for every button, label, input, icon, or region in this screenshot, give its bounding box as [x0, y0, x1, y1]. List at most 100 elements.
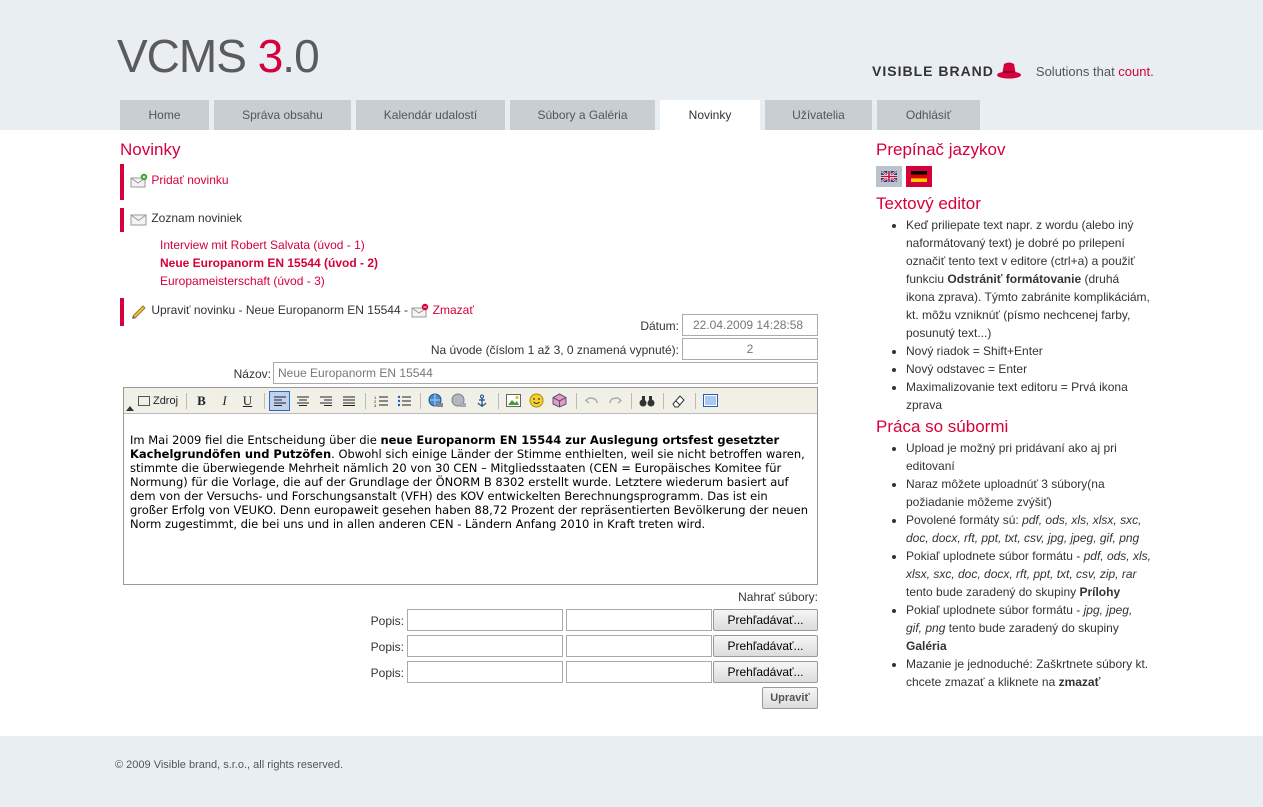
binoculars-icon: [639, 395, 654, 406]
redo-button[interactable]: [604, 391, 625, 411]
file-input-2[interactable]: [566, 635, 712, 657]
news-item[interactable]: Europameisterschaft (úvod - 3): [160, 274, 325, 288]
tab-odhlasit[interactable]: Odhlásiť: [877, 100, 980, 130]
toolbar-separator: [420, 392, 421, 409]
desc-input-2[interactable]: [407, 635, 563, 657]
date-field[interactable]: 22.04.2009 14:28:58: [682, 314, 818, 336]
tip-item: Pokiaľ uplodnete súbor formátu - jpg, jp…: [906, 601, 1151, 655]
desc-input-3[interactable]: [407, 661, 563, 683]
news-list: Interview mit Robert Salvata (úvod - 1) …: [120, 236, 820, 290]
toolbar-separator: [663, 392, 664, 409]
file-tips-list: Upload je možný pri pridávaní ako aj pri…: [876, 439, 1151, 691]
remove-format-button[interactable]: [668, 391, 689, 411]
language-switch: [876, 166, 1151, 188]
add-news-block: Pridať novinku: [120, 164, 820, 200]
smiley-icon: [529, 393, 544, 408]
anchor-icon: [476, 394, 487, 407]
find-button[interactable]: [636, 391, 657, 411]
toolbar-separator: [631, 392, 632, 409]
mail-list-icon: [130, 211, 148, 227]
undo-button[interactable]: [581, 391, 602, 411]
align-justify-button[interactable]: [338, 391, 359, 411]
editor-toolbar: Zdroj B I U 123: [124, 388, 817, 414]
visible-brand-logo: VISIBLE BRAND Solutions that count.: [872, 56, 1154, 86]
bold-button[interactable]: B: [191, 391, 212, 411]
edit-news-label: Upraviť novinku - Neue Europanorm EN 155…: [151, 303, 408, 318]
slogan-accent: count.: [1118, 63, 1154, 79]
maximize-icon: [703, 394, 718, 407]
tab-kalendar-udalosti[interactable]: Kalendár udalostí: [356, 100, 505, 130]
maximize-button[interactable]: [700, 391, 721, 411]
unlink-button[interactable]: [448, 391, 469, 411]
align-justify-icon: [342, 396, 355, 406]
smiley-button[interactable]: [526, 391, 547, 411]
source-icon: [137, 395, 150, 406]
order-field[interactable]: 2: [682, 338, 818, 360]
news-item-current[interactable]: Neue Europanorm EN 15544 (úvod - 2): [160, 256, 378, 270]
rich-text-editor: Zdroj B I U 123 Im Mai 2009 fiel die Ent…: [123, 387, 818, 585]
tip-item: Mazanie je jednoduché: Zaškrtnete súbory…: [906, 655, 1151, 691]
align-left-button[interactable]: [269, 390, 290, 411]
title-label: Názov:: [233, 367, 271, 381]
numbered-list-button[interactable]: 123: [370, 391, 391, 411]
tab-uzivatelia[interactable]: Užívatelia: [765, 100, 872, 130]
tip-item: Nový riadok = Shift+Enter: [906, 342, 1151, 360]
source-button[interactable]: Zdroj: [136, 391, 180, 411]
title-field[interactable]: Neue Europanorm EN 15544: [273, 362, 818, 384]
main-content: Novinky Pridať novinku Zoznam noviniek I…: [120, 140, 820, 326]
collapse-toolbar-icon[interactable]: [125, 402, 135, 416]
news-list-label: Zoznam noviniek: [151, 211, 243, 226]
align-center-button[interactable]: [292, 391, 313, 411]
tip-item: Naraz môžete uploadnúť 3 súbory(na požia…: [906, 475, 1151, 511]
tab-subory-a-galeria[interactable]: Súbory a Galéria: [510, 100, 655, 130]
pencil-icon: [130, 303, 148, 319]
flag-en-button[interactable]: [876, 166, 902, 187]
source-label: Zdroj: [152, 394, 179, 407]
tab-novinky[interactable]: Novinky: [660, 100, 760, 130]
desc-input-1[interactable]: [407, 609, 563, 631]
image-button[interactable]: [503, 391, 524, 411]
de-flag-icon: [911, 171, 927, 182]
file-input-1[interactable]: [566, 609, 712, 631]
browse-button-1[interactable]: Prehľadávať...: [713, 609, 818, 631]
eraser-icon: [672, 394, 685, 407]
anchor-button[interactable]: [471, 391, 492, 411]
order-label: Na úvode (číslom 1 až 3, 0 znamená vypnu…: [430, 343, 679, 357]
add-news-link[interactable]: Pridať novinku: [151, 173, 228, 187]
submit-button[interactable]: Upraviť: [762, 687, 818, 709]
editor-content[interactable]: Im Mai 2009 fiel die Entscheidung über d…: [124, 414, 817, 539]
special-char-button[interactable]: [549, 391, 570, 411]
tip-item: Pokiaľ uplodnete súbor formátu - pdf, od…: [906, 547, 1151, 601]
toolbar-separator: [365, 392, 366, 409]
link-button[interactable]: [425, 391, 446, 411]
add-mail-icon: [130, 173, 148, 189]
desc-label: Popis:: [370, 640, 404, 654]
link-globe-icon: [428, 393, 443, 407]
italic-button[interactable]: I: [214, 391, 235, 411]
delete-news-link[interactable]: Zmazať: [433, 303, 474, 317]
align-right-button[interactable]: [315, 391, 336, 411]
align-left-icon: [273, 396, 286, 406]
toolbar-separator: [264, 392, 265, 409]
date-label: Dátum:: [640, 319, 679, 333]
news-item[interactable]: Interview mit Robert Salvata (úvod - 1): [160, 238, 365, 252]
copyright: © 2009 Visible brand, s.r.o., all rights…: [115, 759, 344, 771]
language-switch-title: Prepínač jazykov: [876, 140, 1006, 159]
toolbar-separator: [498, 392, 499, 409]
browse-button-3[interactable]: Prehľadávať...: [713, 661, 818, 683]
tab-home[interactable]: Home: [120, 100, 209, 130]
bullet-list-button[interactable]: [393, 391, 414, 411]
vcms-logo[interactable]: VCMS 3.0: [117, 28, 320, 84]
flag-de-button[interactable]: [906, 166, 932, 187]
toolbar-separator: [186, 392, 187, 409]
numbered-list-icon: 123: [374, 395, 388, 407]
align-right-icon: [319, 396, 332, 406]
underline-button[interactable]: U: [237, 391, 258, 411]
tab-sprava-obsahu[interactable]: Správa obsahu: [214, 100, 351, 130]
delete-mail-icon: [411, 303, 429, 319]
browse-button-2[interactable]: Prehľadávať...: [713, 635, 818, 657]
file-input-3[interactable]: [566, 661, 712, 683]
brand-slogan: Solutions that count.: [1036, 64, 1154, 79]
desc-label: Popis:: [370, 614, 404, 628]
toolbar-separator: [576, 392, 577, 409]
